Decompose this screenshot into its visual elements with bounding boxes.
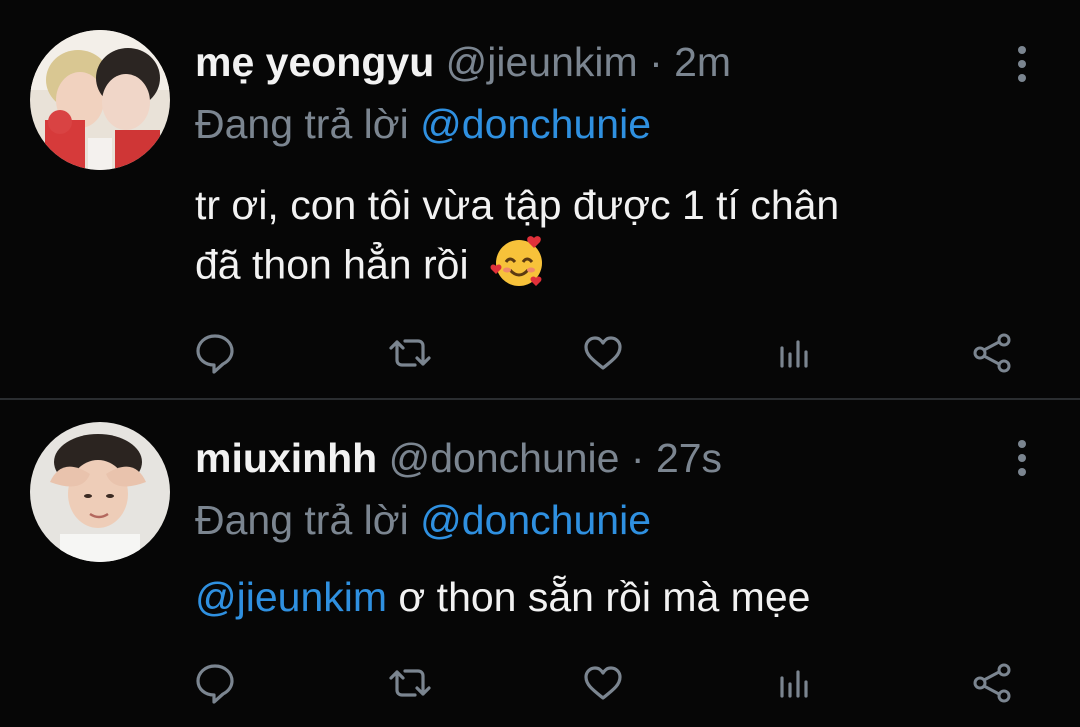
tweet-1[interactable]: mẹ yeongyu @jieunkim · 2m Đang trả lời @…: [0, 0, 1080, 398]
tweet-text-line: đã thon hẳn rồi: [195, 232, 839, 303]
reply-prefix: Đang trả lời: [195, 497, 409, 543]
separator-dot: ·: [649, 39, 663, 85]
tweet-text-line: tr ơi, con tôi vừa tập được 1 tí chân: [195, 182, 840, 228]
timestamp[interactable]: 27s: [656, 435, 722, 481]
share-icon[interactable]: [968, 658, 1018, 708]
action-bar: [0, 328, 1080, 378]
tweet-2[interactable]: miuxinhh @donchunie · 27s Đang trả lời @…: [0, 400, 1080, 727]
tweet-text-segment: ơ thon sẵn rồi mà mẹe: [387, 574, 811, 620]
reply-mention-link[interactable]: @donchunie: [420, 497, 651, 543]
user-handle[interactable]: @jieunkim: [446, 39, 638, 85]
like-icon[interactable]: [578, 328, 628, 378]
analytics-icon[interactable]: [772, 328, 822, 378]
reply-prefix: Đang trả lời: [195, 101, 409, 147]
retweet-icon[interactable]: [385, 658, 435, 708]
avatar[interactable]: [30, 422, 170, 562]
reply-context: Đang trả lời @donchunie: [195, 104, 651, 145]
tweet-text: tr ơi, con tôi vừa tập được 1 tí chân đã…: [195, 178, 839, 303]
action-bar: [0, 658, 1080, 708]
share-icon[interactable]: [968, 328, 1018, 378]
tweet-header: miuxinhh @donchunie · 27s: [195, 438, 722, 479]
like-icon[interactable]: [578, 658, 628, 708]
retweet-icon[interactable]: [385, 328, 435, 378]
analytics-icon[interactable]: [772, 658, 822, 708]
display-name[interactable]: miuxinhh: [195, 435, 377, 481]
mention-link[interactable]: @jieunkim: [195, 574, 387, 620]
more-options-icon[interactable]: [1012, 46, 1032, 88]
user-handle[interactable]: @donchunie: [389, 435, 620, 481]
tweet-header: mẹ yeongyu @jieunkim · 2m: [195, 42, 731, 83]
reply-icon[interactable]: [190, 328, 240, 378]
timestamp[interactable]: 2m: [674, 39, 731, 85]
avatar[interactable]: [30, 30, 170, 170]
reply-icon[interactable]: [190, 658, 240, 708]
display-name[interactable]: mẹ yeongyu: [195, 39, 434, 85]
more-options-icon[interactable]: [1012, 440, 1032, 482]
tweet-text: @jieunkim ơ thon sẵn rồi mà mẹe: [195, 570, 810, 624]
reply-mention-link[interactable]: @donchunie: [420, 101, 651, 147]
smiling-hearts-emoji: [490, 232, 548, 303]
reply-context: Đang trả lời @donchunie: [195, 500, 651, 541]
separator-dot: ·: [630, 435, 645, 481]
tweet-text-segment: đã thon hẳn rồi: [195, 241, 469, 288]
